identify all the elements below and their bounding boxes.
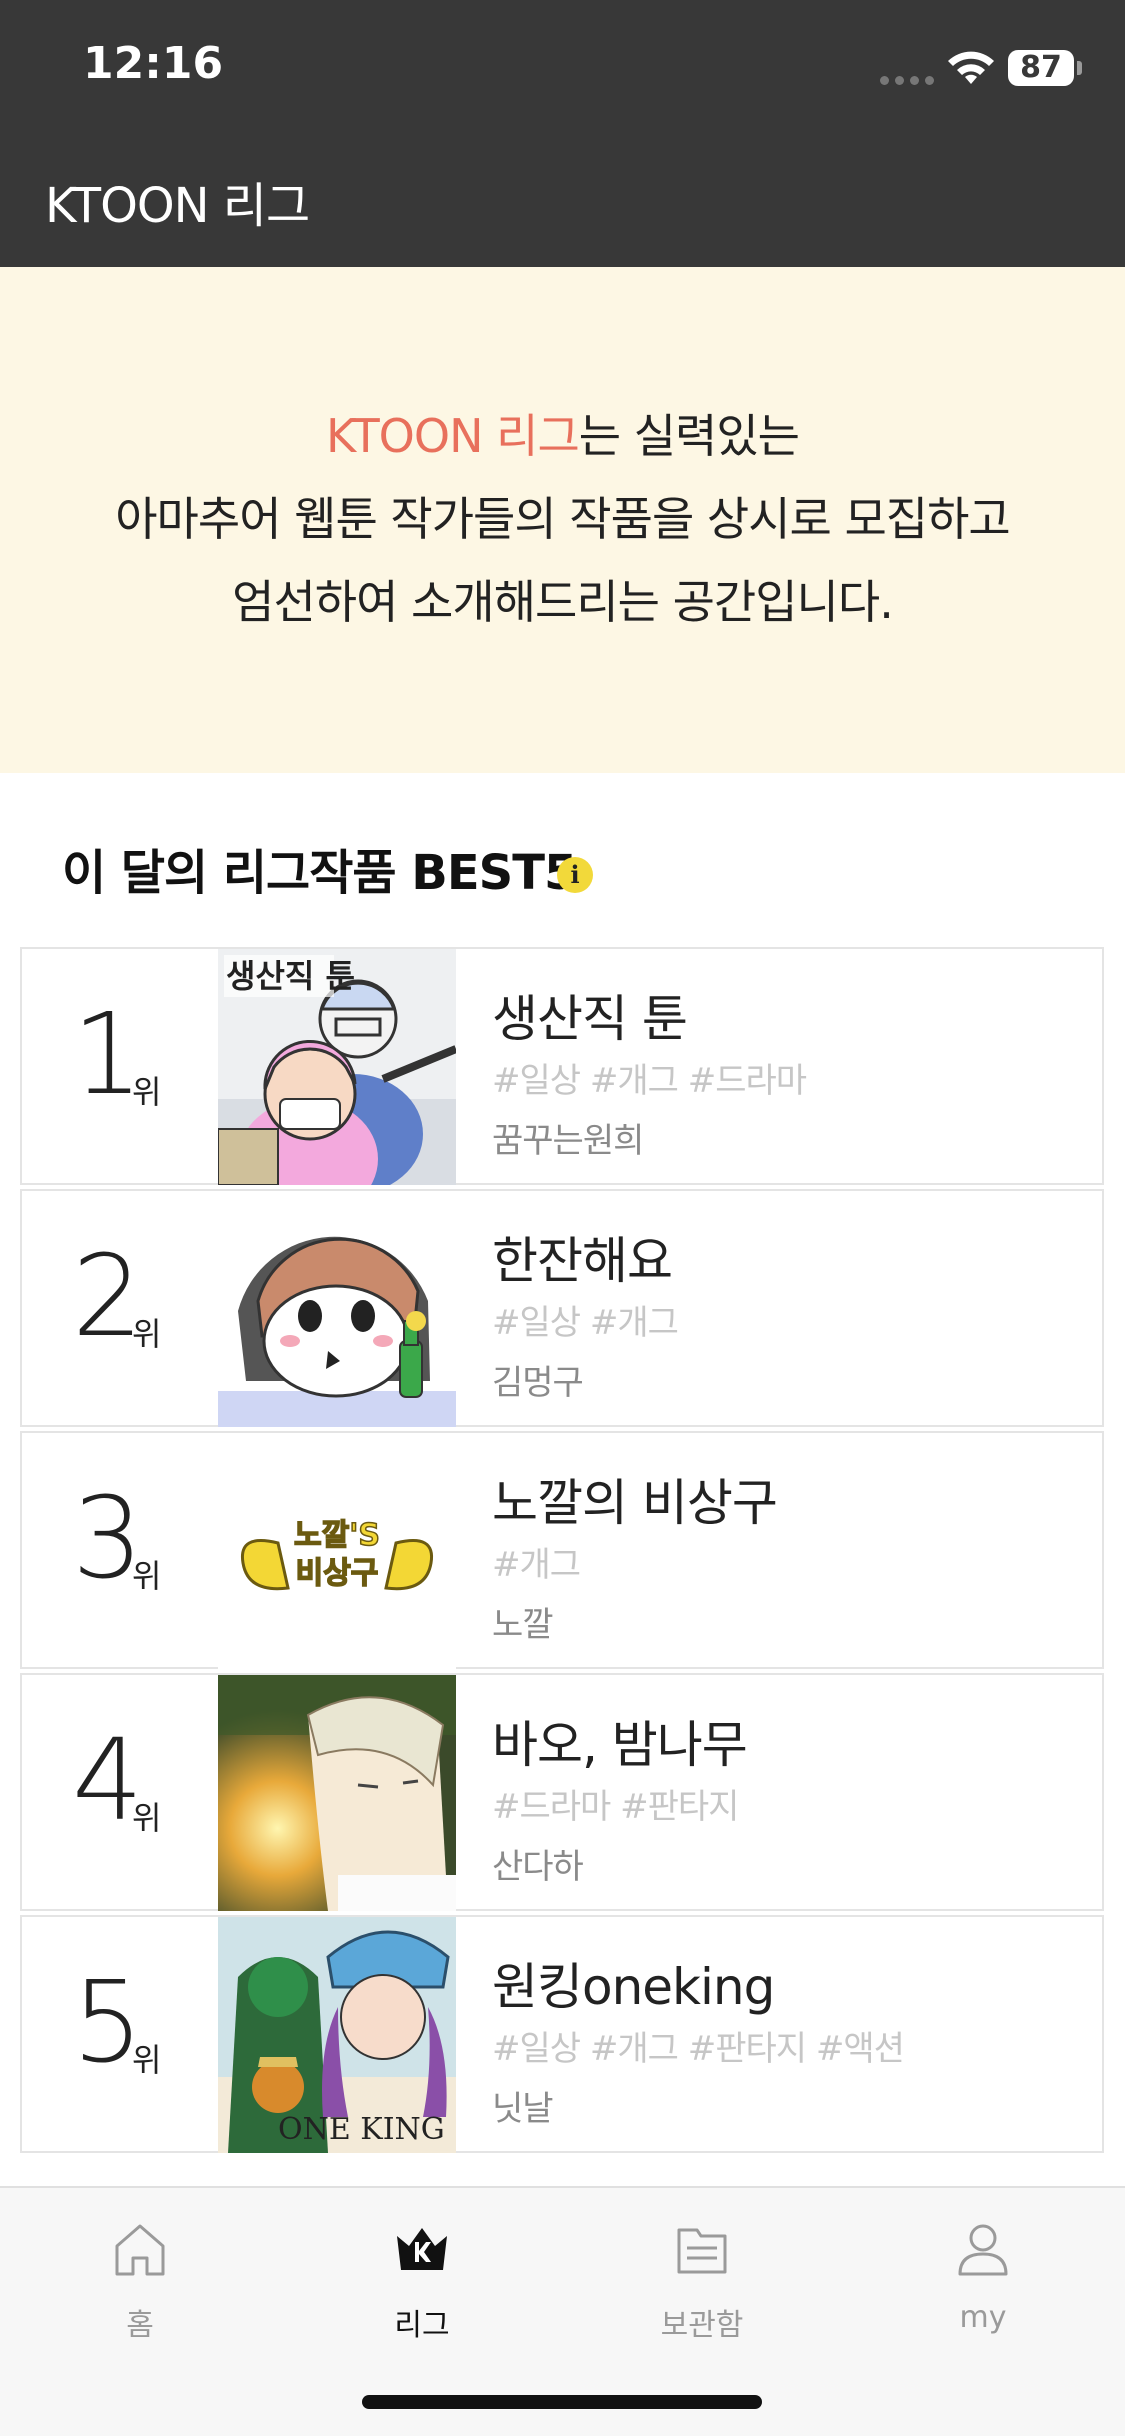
author: 닛날 [492,2089,554,2129]
rank-suffix: 위 [132,2041,162,2079]
user-icon [958,2224,1008,2276]
folder-icon [677,2228,727,2274]
intro-line-1: KTOON 리그는 실력있는 [0,395,1125,478]
intro-line-1-rest: 는 실력있는 [578,409,800,463]
fantasy-portrait-thumbnail[interactable] [218,1675,456,1911]
rank-suffix: 위 [132,1557,162,1595]
rank-number: 5 [72,1958,143,2088]
rank-number: 1 [72,990,143,1120]
battery-indicator: 87 [1008,50,1074,86]
author: 김멍구 [492,1363,584,1403]
league-crown-icon [397,2228,447,2270]
author: 꿈꾸는원희 [492,1121,644,1161]
title: 바오, 밤나무 [492,1716,748,1774]
rank-suffix: 위 [132,1799,162,1837]
winged-logo-thumbnail[interactable]: 노깔'S 비상구 [218,1433,456,1669]
page-title: KTOON 리그 [45,178,310,234]
tags: #일상 #개그 #드라마 [492,1061,807,1101]
ranking-item-5[interactable]: 5 위 ONE KING 원킹oneking #일상 #개그 #판타지 #액션 … [20,1915,1104,2153]
intro-line-3: 엄선하여 소개해드리는 공간입니다. [232,575,894,629]
author: 노깔 [492,1605,554,1645]
tab-label: 홈 [126,2308,154,2343]
ranking-item-3[interactable]: 3 위 노깔'S 비상구 노깔의 비상구 #개그 노깔 [20,1431,1104,1669]
cellular-signal-icon [880,76,934,85]
section-title: 이 달의 리그작품 BEST5 [62,845,577,901]
svg-text:ONE KING: ONE KING [278,2112,445,2147]
status-time: 12:16 [83,38,224,89]
intro-banner: KTOON 리그는 실력있는 아마추어 웹툰 작가들의 작품을 상시로 모집하고… [0,267,1125,773]
title: 생산직 툰 [492,990,688,1048]
tab-label: 보관함 [660,2308,744,2343]
tab-league[interactable]: 리그 [342,2218,502,2344]
intro-highlight: KTOON 리그 [325,409,580,463]
screen: 12:16 87 KTOON 리그 KTOON 리그는 실력있는 아마추어 웹툰… [0,0,1125,2436]
one-king-cover-thumbnail[interactable]: ONE KING [218,1917,456,2153]
tags: #일상 #개그 #판타지 #액션 [492,2029,905,2069]
tab-storage[interactable]: 보관함 [622,2218,782,2344]
drinking-character-thumbnail[interactable] [218,1191,456,1427]
battery-tip [1077,61,1082,75]
title: 원킹oneking [492,1958,775,2016]
title: 노깔의 비상구 [492,1474,778,1532]
tab-label: my [959,2300,1007,2335]
title: 한잔해요 [492,1232,673,1290]
rank-suffix: 위 [132,1315,162,1353]
author: 산다하 [492,1847,584,1887]
intro-line-2: 아마추어 웹툰 작가들의 작품을 상시로 모집하고 [115,492,1011,546]
tab-label: 리그 [394,2308,450,2343]
svg-text:생산직 툰: 생산직 툰 [226,957,355,995]
ranking-item-2[interactable]: 2 위 한잔해요 #일상 #개그 김멍구 [20,1189,1104,1427]
rank-suffix: 위 [132,1073,162,1111]
wifi-icon [948,51,994,84]
tags: #개그 [492,1545,581,1585]
rank-number: 3 [72,1474,143,1604]
rank-number: 2 [72,1232,143,1362]
tab-home[interactable]: 홈 [60,2218,220,2344]
svg-text:비상구: 비상구 [296,1556,379,1591]
top-bar: 12:16 87 KTOON 리그 [0,0,1125,267]
factory-toon-thumbnail[interactable]: 생산직 툰 [218,949,456,1185]
ranking-item-1[interactable]: 1 위 생산직 툰 생산직 툰 #일상 #개그 #드라마 꿈꾸는원희 [20,947,1104,1185]
ranking-list: 1 위 생산직 툰 생산직 툰 #일상 #개그 #드라마 꿈꾸는원희 2 위 한… [20,947,1104,2157]
tags: #드라마 #판타지 [492,1787,739,1827]
home-indicator[interactable] [362,2395,762,2409]
svg-text:노깔'S: 노깔'S [294,1518,380,1553]
info-icon[interactable]: i [557,857,593,893]
rank-number: 4 [72,1716,143,1846]
tab-my[interactable]: my [903,2218,1063,2335]
home-icon [115,2224,165,2276]
ranking-item-4[interactable]: 4 위 바오, 밤나무 #드라마 #판타지 산다하 [20,1673,1104,1911]
tags: #일상 #개그 [492,1303,679,1343]
